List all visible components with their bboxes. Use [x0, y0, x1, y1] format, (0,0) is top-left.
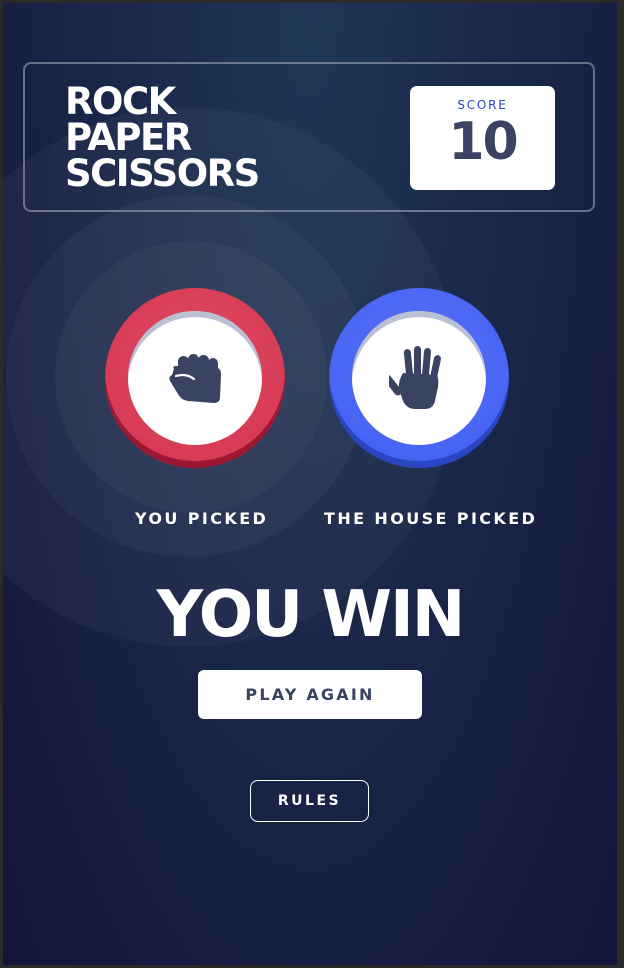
title-line-paper: PAPER: [65, 116, 192, 159]
title-line-scissors: SCISSORS: [65, 152, 260, 195]
you-picked-label: YOU PICKED: [135, 509, 269, 528]
score-value: 10: [448, 112, 518, 172]
rules-button[interactable]: RULES: [250, 780, 369, 822]
house-picked-label: THE HOUSE PICKED: [324, 509, 538, 528]
game-screen: ROCK PAPER SCISSORS SCORE 10 YOU PICKED …: [3, 3, 617, 965]
title-line-rock: ROCK: [65, 80, 176, 123]
player-pick-token-face: [128, 311, 262, 445]
score-label: SCORE: [457, 98, 508, 112]
house-pick-token: [329, 288, 509, 468]
score-box: SCORE 10: [410, 86, 555, 190]
player-pick-token: [105, 288, 285, 468]
rock-fist-icon: [169, 354, 221, 403]
game-title: ROCK PAPER SCISSORS: [65, 80, 260, 195]
result-text: YOU WIN: [156, 578, 466, 652]
play-again-button[interactable]: PLAY AGAIN: [198, 670, 422, 719]
house-pick-token-face: [352, 311, 486, 445]
header: ROCK PAPER SCISSORS SCORE 10: [23, 62, 595, 212]
paper-hand-icon: [389, 346, 441, 409]
